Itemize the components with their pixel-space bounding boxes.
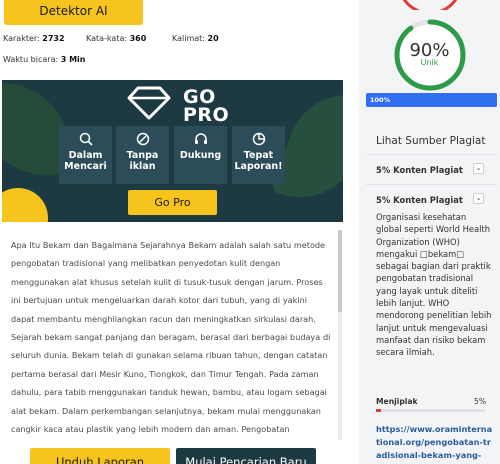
search-icon — [79, 132, 93, 146]
go-pro-title: GO PRO — [183, 86, 230, 126]
headset-icon — [194, 133, 207, 144]
article-text-area[interactable]: Apa Itu Bekam dan Bagaimana Sejarahnya B… — [2, 230, 342, 440]
source-item-2-label[interactable]: 5% Konten Plagiat — [376, 195, 463, 205]
divider — [366, 184, 497, 185]
divider — [366, 154, 497, 155]
scrollbar[interactable] — [338, 230, 342, 440]
copied-bar — [376, 409, 485, 412]
source-item-1-label[interactable]: 5% Konten Plagiat — [376, 165, 463, 175]
copied-percent: 5% — [474, 397, 487, 406]
chevron-down-icon[interactable]: ⌄ — [473, 193, 484, 204]
feature-accurate-report: Tepat Laporan! — [232, 126, 285, 184]
plagiarism-sources-title: Lihat Sumber Plagiat — [376, 135, 486, 147]
previous-gauge — [402, 0, 458, 10]
new-search-button[interactable]: Mulai Pencarian Baru — [176, 448, 316, 464]
chevron-down-icon[interactable]: ⌄ — [473, 163, 484, 174]
source-link[interactable]: https://www.oraminternational.org/pengob… — [376, 423, 496, 462]
leaf-decoration — [2, 188, 48, 222]
stat-words: Kata-kata: 360 — [86, 34, 147, 43]
stat-sentences: Kalimat: 20 — [172, 34, 219, 43]
feature-support: Dukung — [174, 126, 227, 184]
copied-label: Menjiplak — [376, 397, 418, 406]
ai-detector-button[interactable]: Detektor AI — [4, 0, 143, 25]
copied-bar-fill — [376, 409, 382, 412]
feature-no-ads: Tanpa iklan — [116, 126, 169, 184]
stat-characters: Karakter: 2732 — [3, 34, 65, 43]
scan-progress-bar: 100% — [366, 93, 497, 107]
article-text: Apa Itu Bekam dan Bagaimana Sejarahnya B… — [11, 240, 331, 435]
go-pro-button[interactable]: Go Pro — [128, 190, 217, 215]
no-ads-icon — [136, 132, 149, 146]
results-sidebar: 90% Unik 100% Lihat Sumber Plagiat 5% Ko… — [359, 0, 500, 464]
download-report-button[interactable]: Unduh Laporan — [30, 448, 170, 464]
feature-deep-search: Dalam Mencari — [59, 126, 112, 184]
matched-text: Organisasi kesehatan global seperti Worl… — [376, 212, 492, 358]
diamond-icon — [127, 86, 171, 120]
pie-chart-icon — [252, 132, 265, 146]
uniqueness-label: Unik — [420, 58, 439, 67]
go-pro-banner: GO PRO Dalam Mencari Tanpa iklan Dukung Te… — [2, 80, 343, 222]
scrollbar-thumb[interactable] — [338, 230, 342, 312]
